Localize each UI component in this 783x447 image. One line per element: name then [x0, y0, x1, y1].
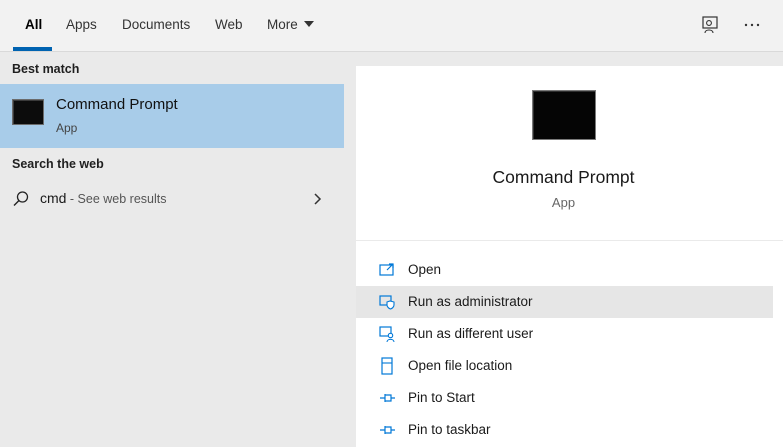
web-search-result[interactable]: cmd - See web results [0, 183, 344, 215]
tab-documents[interactable]: Documents [122, 17, 190, 32]
tab-all[interactable]: All [25, 17, 42, 32]
web-search-text: cmd - See web results [40, 190, 167, 206]
command-prompt-icon [12, 99, 44, 125]
action-open-file-location-label: Open file location [408, 358, 513, 373]
action-pin-to-taskbar-label: Pin to taskbar [408, 422, 491, 437]
action-run-as-different-user-label: Run as different user [408, 326, 534, 341]
pin-icon [378, 389, 396, 407]
web-search-hint: - See web results [66, 192, 167, 206]
search-icon [12, 190, 30, 208]
results-pane: Best match Command Prompt App Search the… [0, 53, 344, 447]
feedback-icon[interactable] [699, 14, 721, 36]
preview-title: Command Prompt [492, 167, 635, 187]
web-search-query: cmd [40, 190, 67, 206]
action-pin-to-start-label: Pin to Start [408, 390, 475, 405]
search-scope-bar: All Apps Documents Web More [0, 0, 783, 52]
action-open[interactable]: Open [356, 254, 773, 286]
shield-icon [378, 293, 396, 311]
action-run-as-administrator[interactable]: Run as administrator [356, 286, 773, 318]
best-match-heading: Best match [12, 62, 80, 76]
user-icon [378, 325, 396, 343]
action-pin-to-start[interactable]: Pin to Start [356, 382, 773, 414]
search-web-heading: Search the web [12, 157, 104, 171]
action-run-as-administrator-label: Run as administrator [408, 294, 533, 309]
open-icon [378, 261, 396, 279]
tab-web[interactable]: Web [215, 17, 243, 32]
action-pin-to-taskbar[interactable]: Pin to taskbar [356, 414, 773, 446]
actions-list: Open Run as administrator Run as differe… [356, 241, 783, 447]
tab-more[interactable]: More [267, 17, 314, 32]
file-location-icon [378, 357, 396, 375]
tab-more-label: More [267, 17, 298, 32]
more-options-icon[interactable] [741, 14, 763, 36]
command-prompt-large-icon [532, 90, 596, 140]
best-match-subtitle: App [56, 121, 78, 135]
chevron-down-icon [303, 21, 314, 27]
action-open-label: Open [408, 262, 442, 277]
app-preview-card: Command Prompt App [356, 66, 783, 240]
chevron-right-icon [312, 191, 324, 207]
preview-subtitle: App [551, 195, 576, 210]
active-tab-indicator [13, 47, 52, 51]
action-run-as-different-user[interactable]: Run as different user [356, 318, 773, 350]
pin-icon [378, 421, 396, 439]
tab-apps[interactable]: Apps [66, 17, 97, 32]
action-open-file-location[interactable]: Open file location [356, 350, 773, 382]
best-match-result[interactable]: Command Prompt App [0, 84, 344, 148]
best-match-title: Command Prompt [56, 96, 178, 113]
